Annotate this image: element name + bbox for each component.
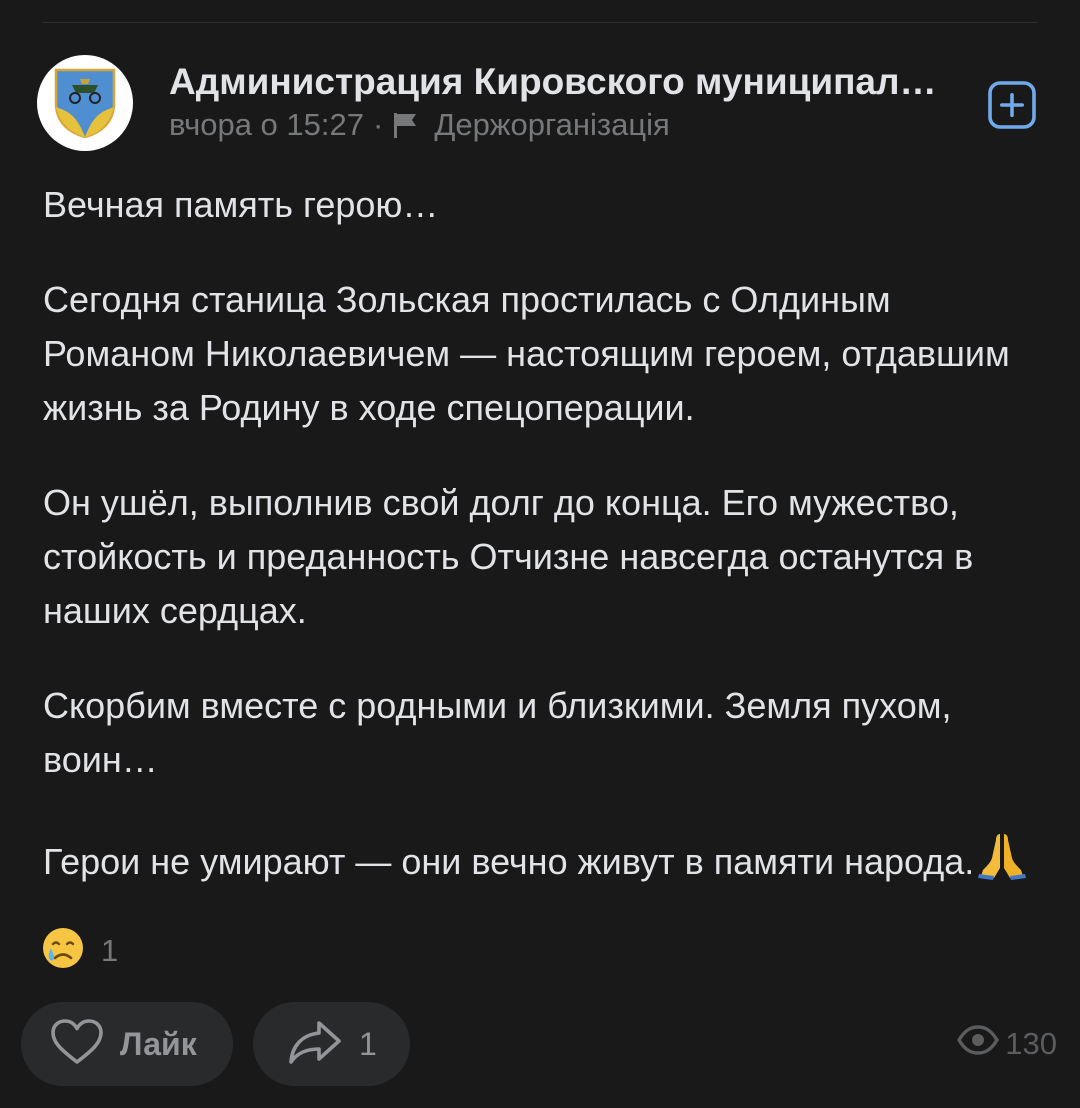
community-avatar[interactable] <box>37 55 133 151</box>
heart-icon <box>50 1018 104 1071</box>
divider <box>43 22 1037 23</box>
post-paragraph-text: Герои не умирают — они вечно живут в пам… <box>43 841 975 882</box>
views-counter: 130 <box>957 1025 1057 1063</box>
meta-separator: · <box>373 107 384 142</box>
share-arrow-icon <box>288 1019 342 1070</box>
plus-square-icon <box>988 81 1036 129</box>
share-button[interactable]: 1 <box>253 1002 410 1086</box>
post-text: Вечная память герою… Сегодня станица Зол… <box>43 178 1043 895</box>
view-count: 130 <box>1005 1026 1057 1061</box>
post-paragraph: Он ушёл, выполнив свой долг до конца. Ег… <box>43 482 974 631</box>
subscribe-button[interactable] <box>987 80 1037 130</box>
author-name[interactable]: Администрация Кировского муниципального … <box>169 60 959 104</box>
post-time[interactable]: вчора о 15:27 <box>169 105 364 145</box>
coat-of-arms-icon <box>54 68 116 139</box>
crying-face-icon <box>41 926 85 975</box>
like-label: Лайк <box>120 1025 197 1062</box>
post-header: Администрация Кировского муниципального … <box>169 60 969 145</box>
like-button[interactable]: Лайк <box>21 1002 233 1086</box>
reaction-summary[interactable]: 1 <box>41 926 118 975</box>
post-card: Администрация Кировского муниципального … <box>0 0 1080 1108</box>
praying-hands-icon <box>978 828 1027 895</box>
post-category: Держорганізація <box>434 107 670 142</box>
post-meta: вчора о 15:27 · Держорганізація <box>169 105 969 145</box>
eye-icon <box>957 1025 1000 1063</box>
post-paragraph: Скорбим вместе с родными и близкими. Зем… <box>43 685 952 780</box>
post-paragraph: Вечная память герою… <box>43 184 439 225</box>
reaction-count: 1 <box>101 932 119 968</box>
share-count: 1 <box>359 1025 377 1062</box>
flag-icon <box>392 111 418 139</box>
post-paragraph: Сегодня станица Зольская простилась с Ол… <box>43 279 1010 428</box>
post-paragraph-last: Герои не умирают — они вечно живут в пам… <box>43 828 1043 895</box>
